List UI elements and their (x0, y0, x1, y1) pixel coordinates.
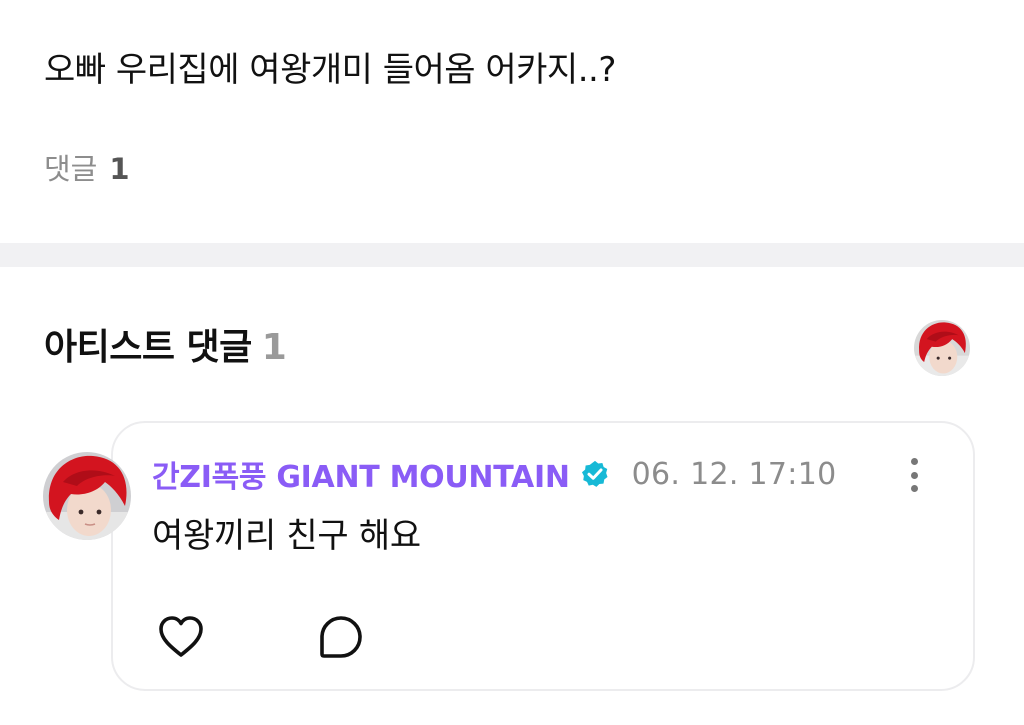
post-text: 오빠 우리집에 여왕개미 들어옴 어카지..? (44, 50, 616, 90)
comment-timestamp: 06. 12. 17:10 (631, 456, 837, 492)
comment-count[interactable]: 댓글 1 (44, 150, 130, 188)
comment-bubble-icon (320, 616, 362, 658)
more-dot (910, 471, 918, 479)
avatar-image (43, 452, 131, 540)
comment-author-line: 간ZI폭풍 GIANT MOUNTAIN 06. 12. 17:10 (152, 452, 837, 496)
more-vertical-icon[interactable] (900, 454, 928, 496)
comment-count-label: 댓글 (44, 152, 98, 186)
verified-badge-icon (581, 460, 608, 487)
artist-comments-title-label: 아티스트 댓글 (44, 327, 252, 368)
section-divider (0, 243, 1024, 267)
comment-text: 여왕끼리 친구 해요 (152, 516, 421, 556)
more-dot (910, 485, 918, 492)
artist-comments-title: 아티스트 댓글 1 (44, 324, 287, 372)
more-dot (910, 458, 918, 465)
like-button[interactable] (156, 612, 206, 662)
artist-comments-count: 1 (261, 327, 287, 368)
avatar-image (914, 320, 970, 376)
comment-author-name[interactable]: 간ZI폭풍 GIANT MOUNTAIN (152, 452, 570, 496)
comment-count-number: 1 (109, 152, 130, 186)
reply-button[interactable] (316, 612, 366, 662)
heart-icon (159, 616, 203, 657)
artist-avatar-header[interactable] (914, 320, 970, 376)
comment-author-avatar[interactable] (43, 452, 131, 540)
